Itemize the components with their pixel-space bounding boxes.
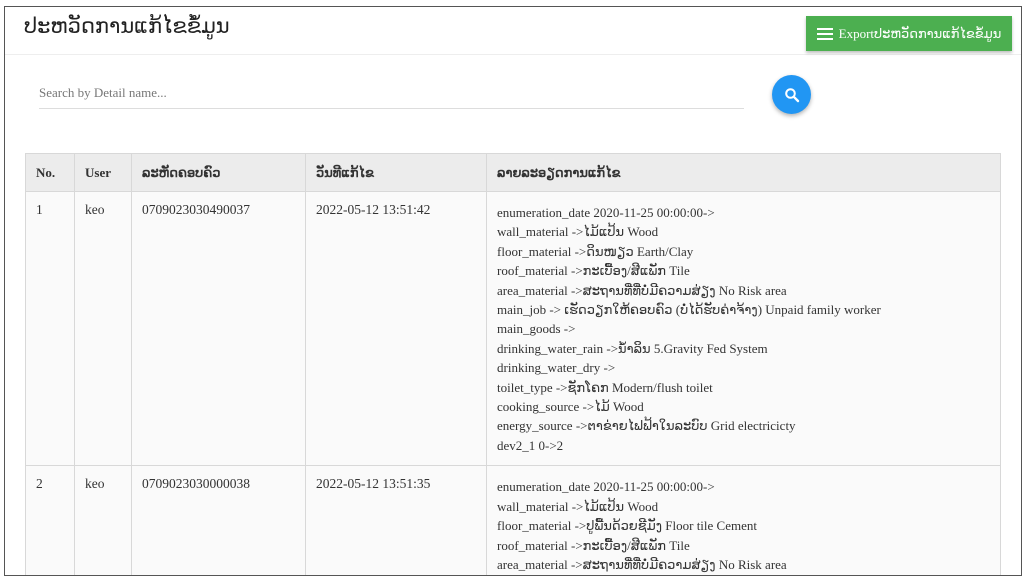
table-header-row: No. User ລະຫັດຄອບຄົວ ວັນທີແກ້ໄຂ ລາຍລະອຽດ… bbox=[25, 153, 1001, 192]
export-button-label: Exportປະຫວັດການແກ້ໄຂຂໍ້ມູນ bbox=[838, 25, 1002, 41]
page-title: ປະຫວັດການແກ້ໄຂຂໍ້ມູນ bbox=[24, 14, 230, 38]
row-family-code: 0709023030490037 bbox=[131, 190, 306, 467]
header-edit-details: ລາຍລະອຽດການແກ້ໄຂ bbox=[486, 153, 1001, 192]
search-button[interactable] bbox=[772, 75, 811, 114]
search-input[interactable] bbox=[39, 77, 744, 108]
detail-line: energy_source ->ຕາຂ່າຍໄຟຟ້າໃນລະບົບ Grid … bbox=[497, 418, 796, 434]
detail-line: area_material ->ສະຖານທີ່ທີ່ບໍ່ມີຄວາມສ່ຽງ… bbox=[497, 556, 787, 572]
page-header: ປະຫວັດການແກ້ໄຂຂໍ້ມູນ Exportປະຫວັດການແກ້ໄ… bbox=[5, 7, 1021, 55]
row-edit-details: enumeration_date 2020-11-25 00:00:00-> w… bbox=[486, 465, 1001, 575]
row-family-code: 0709023030000038 bbox=[131, 465, 306, 575]
header-edit-date: ວັນທີແກ້ໄຂ bbox=[305, 153, 487, 192]
detail-line: drinking_water_rain ->ນ້ຳລິນ 5.Gravity F… bbox=[497, 340, 768, 356]
row-edit-date: 2022-05-12 13:51:35 bbox=[305, 465, 487, 575]
detail-line: roof_material ->ກະເບື້ອງ/ສີແພັກ Tile bbox=[497, 537, 690, 553]
row-edit-details: enumeration_date 2020-11-25 00:00:00-> w… bbox=[486, 190, 1001, 467]
detail-line: drinking_water_dry -> bbox=[497, 360, 616, 376]
table-row: 2 keo 0709023030000038 2022-05-12 13:51:… bbox=[25, 465, 1001, 575]
detail-line: main_job -> ເຮັດວຽກໃຫ້ຄອບຄົວ (ບໍ່ໄດ້ຮັບຄ… bbox=[497, 302, 881, 318]
app-frame: ປະຫວັດການແກ້ໄຂຂໍ້ມູນ Exportປະຫວັດການແກ້ໄ… bbox=[4, 6, 1022, 576]
header-family-code: ລະຫັດຄອບຄົວ bbox=[131, 153, 306, 192]
search-field bbox=[39, 77, 744, 109]
detail-line: floor_material ->ປູພື້ນດ້ວຍຊີມັງ Floor t… bbox=[497, 518, 757, 534]
header-no: No. bbox=[25, 153, 75, 192]
detail-line: main_goods -> bbox=[497, 321, 576, 337]
table-row: 1 keo 0709023030490037 2022-05-12 13:51:… bbox=[25, 190, 1001, 467]
row-edit-date: 2022-05-12 13:51:42 bbox=[305, 190, 487, 467]
detail-line: wall_material ->ໄມ້ແປ້ນ Wood bbox=[497, 224, 659, 240]
row-no: 2 bbox=[25, 465, 75, 575]
header-user: User bbox=[74, 153, 132, 192]
detail-line: floor_material ->ດິນໜຽວ Earth/Clay bbox=[497, 243, 694, 259]
menu-icon bbox=[816, 27, 833, 40]
detail-line: toilet_type ->ຊັກໂຄກ Modern/flush toilet bbox=[497, 379, 713, 395]
detail-line: enumeration_date 2020-11-25 00:00:00-> bbox=[497, 205, 715, 220]
row-no: 1 bbox=[25, 190, 75, 467]
edit-history-table: No. User ລະຫັດຄອບຄົວ ວັນທີແກ້ໄຂ ລາຍລະອຽດ… bbox=[25, 153, 1001, 575]
detail-line: cooking_source ->ໄມ້ Wood bbox=[497, 399, 644, 415]
detail-line: area_material ->ສະຖານທີ່ທີ່ບໍ່ມີຄວາມສ່ຽງ… bbox=[497, 282, 787, 298]
detail-line: roof_material ->ກະເບື້ອງ/ສີແພັກ Tile bbox=[497, 263, 690, 279]
row-user: keo bbox=[74, 465, 132, 575]
detail-line: enumeration_date 2020-11-25 00:00:00-> bbox=[497, 479, 715, 495]
export-history-button[interactable]: Exportປະຫວັດການແກ້ໄຂຂໍ້ມູນ bbox=[806, 16, 1012, 51]
detail-line: wall_material ->ໄມ້ແປ້ນ Wood bbox=[497, 498, 659, 514]
row-user: keo bbox=[74, 190, 132, 467]
search-icon bbox=[784, 87, 799, 102]
detail-line: dev2_1 0->2 bbox=[497, 437, 564, 453]
